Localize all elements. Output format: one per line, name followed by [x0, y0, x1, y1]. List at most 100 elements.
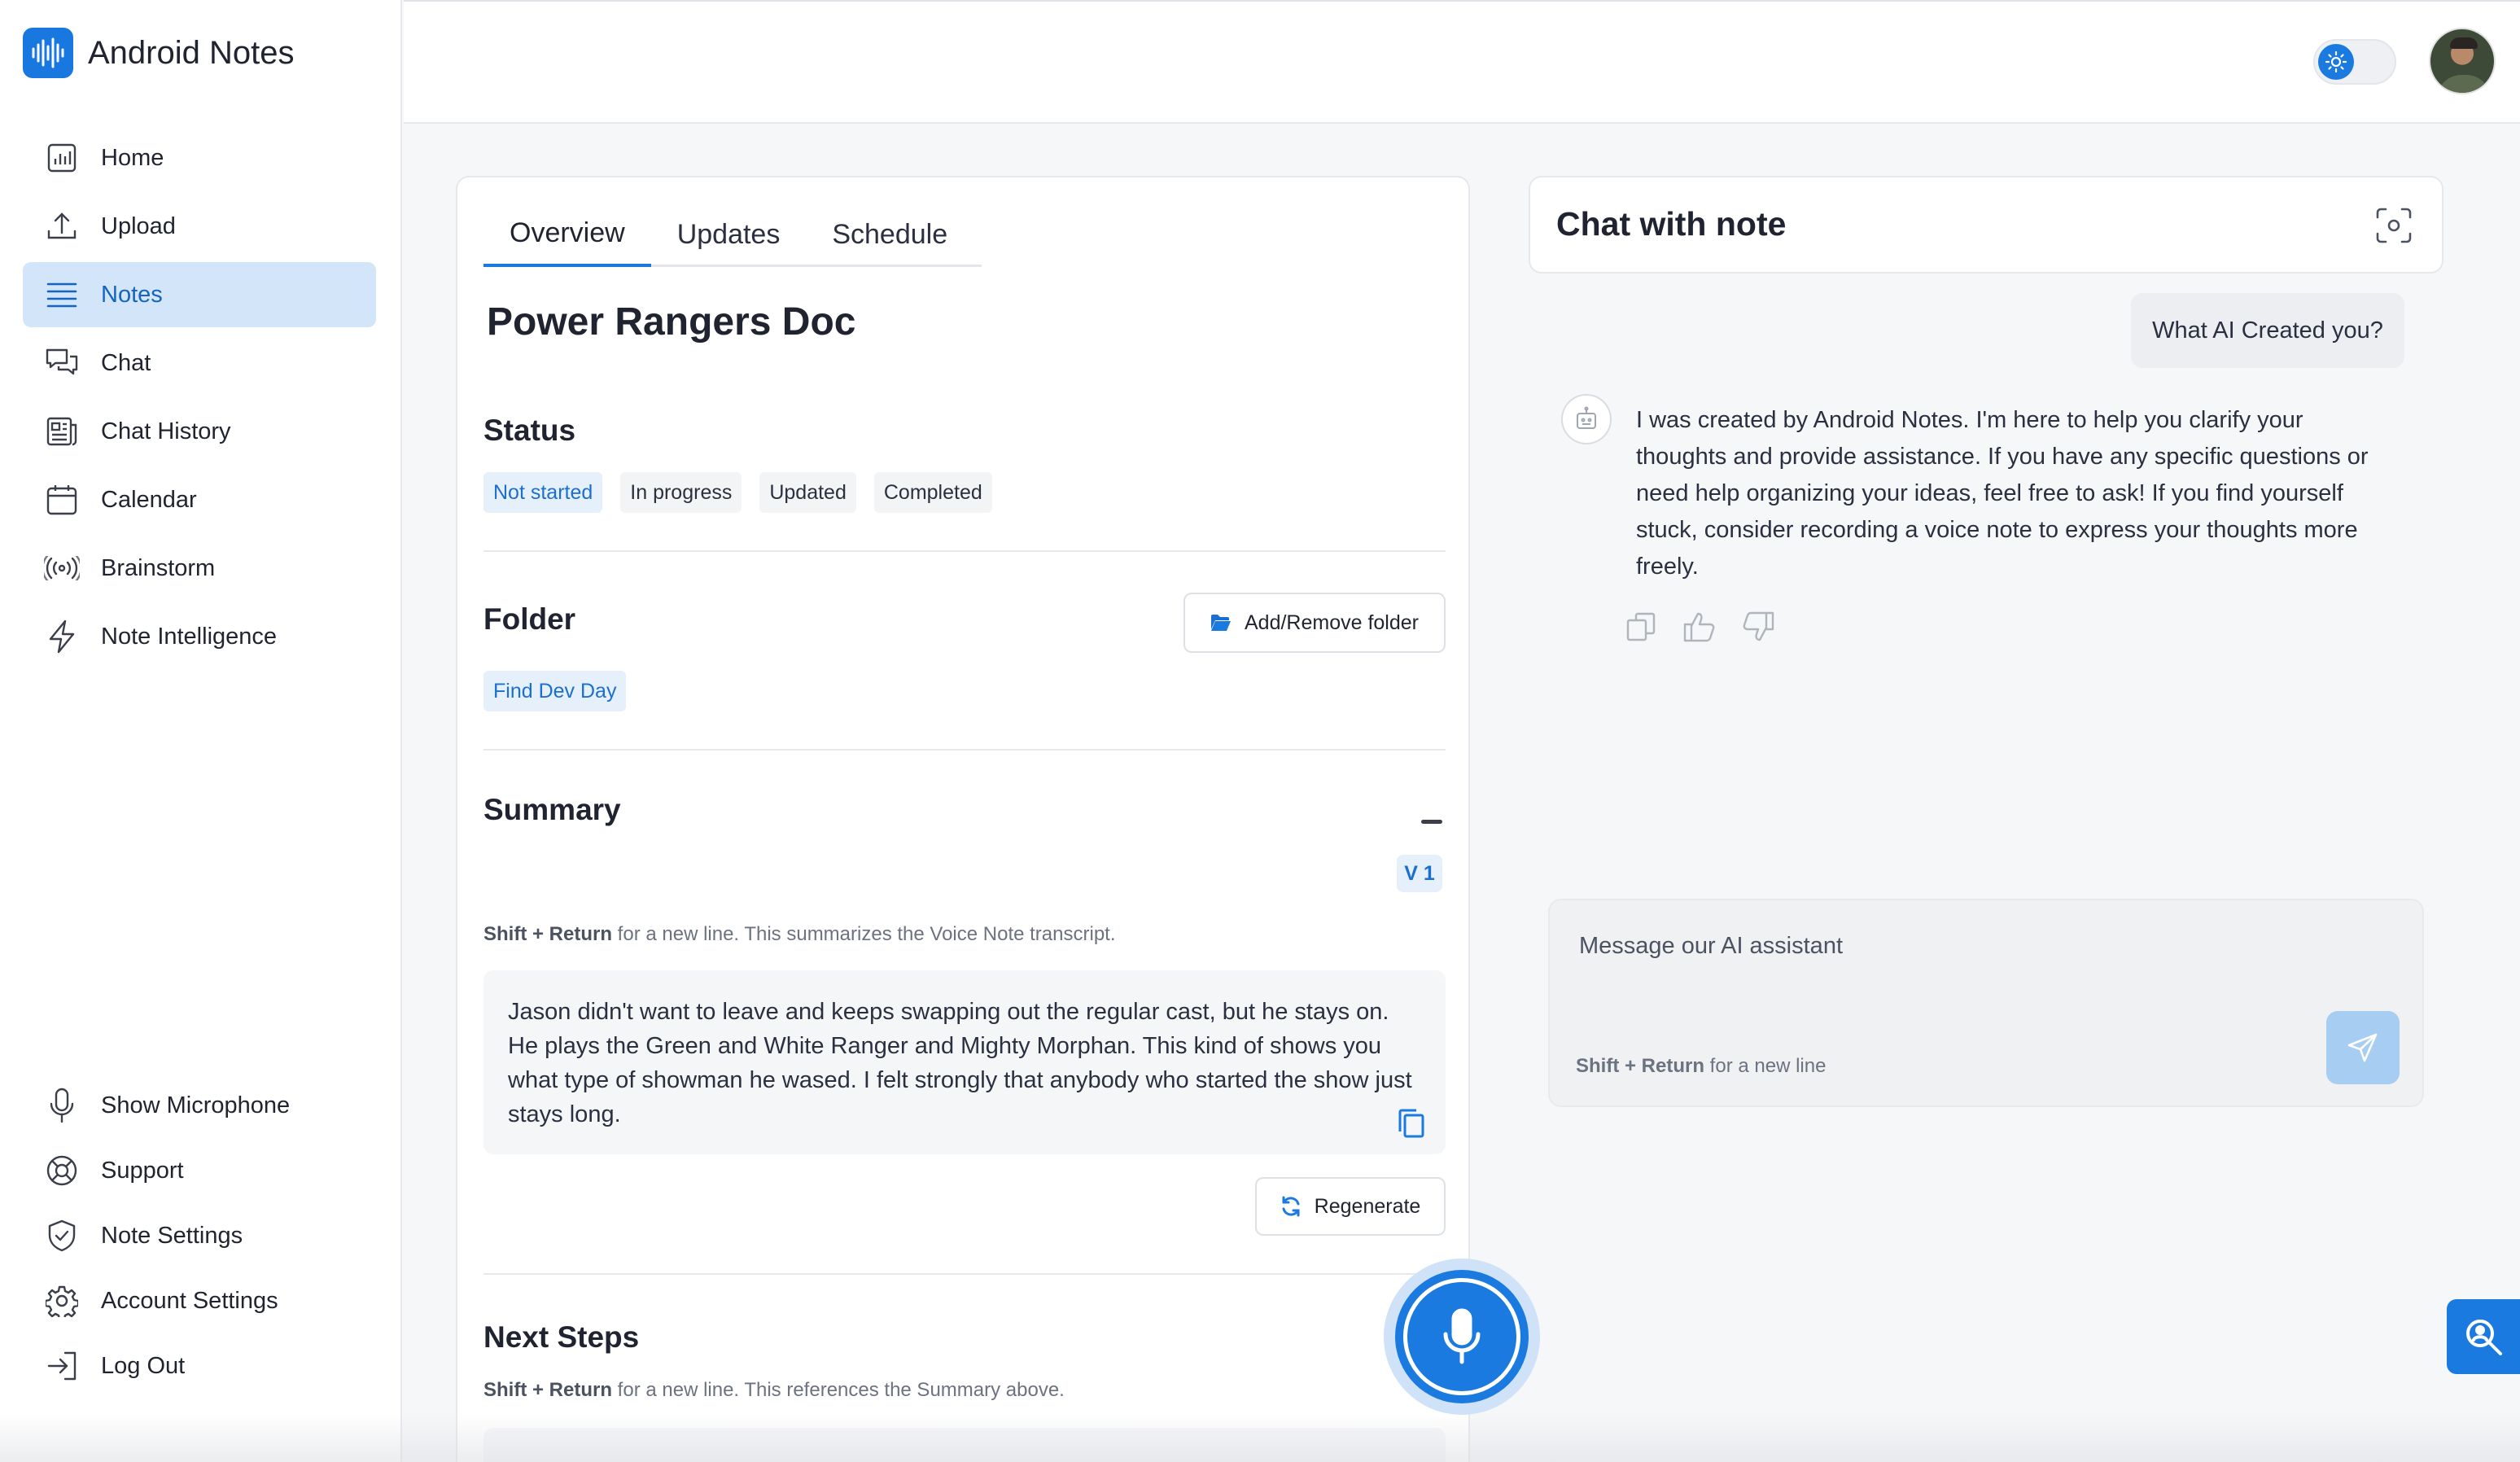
sidebar-item-label: Note Settings: [101, 1222, 243, 1249]
divider: [483, 550, 1446, 552]
tab-overview[interactable]: Overview: [483, 202, 651, 267]
status-option-updated[interactable]: Updated: [759, 472, 856, 513]
sidebar-item-chat-history[interactable]: Chat History: [23, 399, 376, 464]
sidebar-item-home[interactable]: Home: [23, 125, 376, 190]
microphone-icon: [1403, 1278, 1520, 1395]
minus-icon: [1421, 819, 1442, 824]
next-steps-text[interactable]: [483, 1428, 1446, 1462]
list-icon: [44, 277, 80, 313]
sidebar-item-note-settings[interactable]: Note Settings: [23, 1203, 376, 1268]
brand[interactable]: Android Notes: [23, 26, 294, 80]
sidebar-item-label: Note Intelligence: [101, 623, 278, 650]
sidebar-bottom-nav: Show Microphone Support Note Settings Ac…: [23, 1073, 376, 1399]
sidebar-item-support[interactable]: Support: [23, 1138, 376, 1203]
theme-toggle[interactable]: [2313, 39, 2396, 85]
broadcast-icon: [44, 550, 80, 586]
regenerate-button[interactable]: Regenerate: [1255, 1177, 1446, 1236]
add-remove-folder-label: Add/Remove folder: [1244, 611, 1419, 634]
hint-shortcut: Shift + Return: [1576, 1055, 1705, 1077]
status-option-in-progress[interactable]: In progress: [620, 472, 742, 513]
regenerate-label: Regenerate: [1314, 1194, 1421, 1218]
chat-title: Chat with note: [1556, 205, 1787, 243]
thumbs-up-icon[interactable]: [1682, 609, 1717, 645]
summary-text[interactable]: Jason didn't want to leave and keeps swa…: [483, 970, 1446, 1154]
divider: [483, 749, 1446, 751]
mic-ring: [1395, 1270, 1529, 1403]
summary-heading: Summary: [483, 793, 621, 826]
chat-bubbles-icon: [44, 345, 80, 381]
record-voice-note-button[interactable]: [1384, 1258, 1540, 1415]
robot-icon: [1561, 394, 1612, 444]
hint-text: for a new line. This summarizes the Voic…: [612, 923, 1116, 945]
note-title: Power Rangers Doc: [487, 300, 856, 344]
refresh-icon: [1280, 1196, 1302, 1217]
summary-hint: Shift + Return for a new line. This summ…: [483, 923, 1116, 946]
calendar-icon: [44, 482, 80, 518]
hint-text: for a new line: [1704, 1055, 1827, 1077]
tab-updates[interactable]: Updates: [651, 202, 807, 267]
next-steps-hint: Shift + Return for a new line. This refe…: [483, 1379, 1065, 1402]
top-bar: [404, 0, 2520, 124]
status-option-not-started[interactable]: Not started: [483, 472, 603, 513]
send-button[interactable]: [2326, 1011, 2400, 1084]
sidebar-item-chat[interactable]: Chat: [23, 330, 376, 396]
message-input[interactable]: [1579, 933, 2230, 960]
shield-check-icon: [44, 1218, 80, 1254]
avatar-hair: [2450, 37, 2478, 49]
thumbs-down-icon[interactable]: [1740, 609, 1776, 645]
hint-shortcut: Shift + Return: [483, 923, 613, 945]
note-panel: Overview Updates Schedule Power Rangers …: [456, 176, 1470, 1462]
bar-chart-icon: [44, 140, 80, 176]
user-avatar[interactable]: [2429, 28, 2496, 94]
sidebar-item-label: Home: [101, 144, 164, 171]
status-heading: Status: [483, 414, 576, 447]
sidebar-nav: Home Upload Notes Chat Chat History Cale…: [23, 125, 376, 672]
assistant-message: I was created by Android Notes. I'm here…: [1636, 407, 2369, 580]
sidebar-item-note-intelligence[interactable]: Note Intelligence: [23, 604, 376, 669]
sidebar-item-upload[interactable]: Upload: [23, 194, 376, 259]
next-steps-heading: Next Steps: [483, 1320, 640, 1354]
send-icon: [2347, 1031, 2379, 1064]
sidebar-item-brainstorm[interactable]: Brainstorm: [23, 536, 376, 601]
note-tabs: Overview Updates Schedule: [483, 202, 982, 267]
search-help-button[interactable]: [2447, 1299, 2520, 1374]
composer-hint: Shift + Return for a new line: [1576, 1055, 1826, 1078]
upload-icon: [44, 208, 80, 244]
hint-text: for a new line. This references the Summ…: [612, 1379, 1065, 1401]
sidebar-item-label: Show Microphone: [101, 1092, 291, 1118]
message-actions: [1623, 609, 1799, 645]
add-remove-folder-button[interactable]: Add/Remove folder: [1183, 593, 1446, 653]
sidebar-item-label: Support: [101, 1157, 184, 1184]
sun-icon: [2318, 44, 2354, 80]
summary-version-badge[interactable]: V 1: [1397, 855, 1442, 892]
copy-icon[interactable]: [1395, 1107, 1428, 1140]
status-option-completed[interactable]: Completed: [873, 472, 992, 513]
lightning-icon: [44, 619, 80, 654]
microphone-icon: [44, 1088, 80, 1123]
sidebar-item-label: Notes: [101, 281, 163, 308]
sidebar-item-notes[interactable]: Notes: [23, 262, 376, 327]
sidebar-item-label: Calendar: [101, 486, 197, 513]
sidebar-item-label: Upload: [101, 212, 176, 239]
scan-focus-icon[interactable]: [2375, 207, 2413, 244]
search-icon: [2462, 1315, 2505, 1358]
sidebar: Android Notes Home Upload Notes Chat Cha…: [0, 0, 402, 1462]
avatar-shirt: [2437, 75, 2491, 93]
audio-wave-icon: [23, 28, 73, 78]
copy-message-icon[interactable]: [1623, 609, 1659, 645]
folder-tag[interactable]: Find Dev Day: [483, 671, 627, 711]
sidebar-item-account-settings[interactable]: Account Settings: [23, 1268, 376, 1333]
divider: [483, 1273, 1446, 1275]
sidebar-item-label: Account Settings: [101, 1287, 278, 1314]
chat-composer: Shift + Return for a new line: [1548, 899, 2424, 1107]
sidebar-item-label: Brainstorm: [101, 554, 216, 581]
sidebar-item-show-microphone[interactable]: Show Microphone: [23, 1073, 376, 1138]
sidebar-item-calendar[interactable]: Calendar: [23, 467, 376, 532]
sidebar-item-log-out[interactable]: Log Out: [23, 1333, 376, 1399]
newspaper-icon: [44, 414, 80, 449]
status-options: Not started In progress Updated Complete…: [483, 472, 1010, 513]
logout-icon: [44, 1348, 80, 1384]
sidebar-item-label: Log Out: [101, 1352, 186, 1379]
tab-schedule[interactable]: Schedule: [806, 202, 973, 267]
collapse-summary-button[interactable]: [1418, 809, 1446, 834]
